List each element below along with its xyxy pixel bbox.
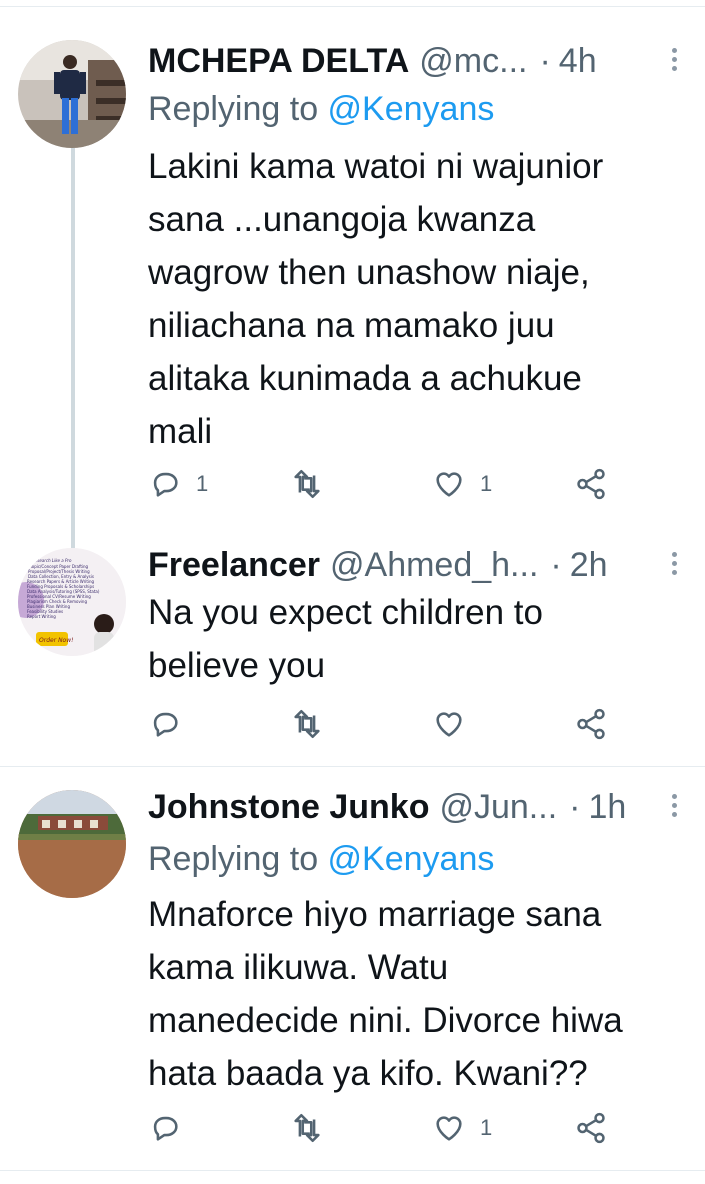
share-icon xyxy=(577,468,605,500)
timestamp[interactable]: 1h xyxy=(588,782,626,832)
user-handle[interactable]: @Ahmed_h... xyxy=(330,540,538,590)
retweet-icon xyxy=(294,709,320,739)
share-icon xyxy=(577,708,605,740)
replying-to-label: Replying to xyxy=(148,840,328,878)
tweet-text-line: alitaka kunimada a achukue xyxy=(148,359,582,398)
heart-icon xyxy=(436,712,462,737)
like-button[interactable]: 1 xyxy=(432,464,492,504)
tweet-actions: 1 xyxy=(148,1108,628,1148)
separator-dot: · xyxy=(569,788,581,826)
avatar[interactable]: Research Like a Pro Topic/Concept Paper … xyxy=(18,548,126,656)
share-button[interactable] xyxy=(574,464,608,504)
share-button[interactable] xyxy=(574,1108,608,1148)
more-options-icon[interactable] xyxy=(669,48,679,74)
timestamp[interactable]: 2h xyxy=(570,540,608,590)
reply-button[interactable] xyxy=(148,1108,196,1148)
retweet-button[interactable] xyxy=(290,464,338,504)
like-count: 1 xyxy=(480,471,493,496)
heart-icon xyxy=(436,472,462,497)
tweet-text-line: Na you expect children to xyxy=(148,593,543,632)
tweet-text-line: believe you xyxy=(148,646,326,685)
tweet-actions: 1 1 xyxy=(148,464,628,504)
display-name[interactable]: MCHEPA DELTA xyxy=(148,36,409,86)
tweet-text-line: Lakini kama watoi ni wajunior xyxy=(148,147,604,186)
display-name[interactable]: Johnstone Junko xyxy=(148,782,429,832)
user-handle[interactable]: @mc... xyxy=(419,36,527,86)
like-button[interactable]: 1 xyxy=(432,1108,492,1148)
more-options-icon[interactable] xyxy=(669,794,679,820)
avatar[interactable] xyxy=(18,40,126,148)
heart-icon xyxy=(436,1116,462,1141)
replying-to: Replying to @Kenyans xyxy=(148,84,494,134)
tweet-text-line: sana ...unangoja kwanza xyxy=(148,200,536,239)
tweet-text-line: manedecide nini. Divorce hiwa xyxy=(148,1001,623,1040)
top-divider xyxy=(0,0,705,7)
tweet-text: Na you expect children to believe you xyxy=(148,586,688,692)
tweet-text-line: mali xyxy=(148,412,213,451)
more-options-icon[interactable] xyxy=(669,552,679,578)
mention-link[interactable]: @Kenyans xyxy=(328,90,495,128)
tweet-text-line: kama ilikuwa. Watu xyxy=(148,948,449,987)
thread-line xyxy=(71,148,75,576)
user-handle[interactable]: @Jun... xyxy=(439,782,557,832)
replying-to: Replying to @Kenyans xyxy=(148,834,494,884)
like-button[interactable] xyxy=(432,704,480,744)
tweet-text: Lakini kama watoi ni wajunior sana ...un… xyxy=(148,140,688,458)
tweet-text: Mnaforce hiyo marriage sana kama ilikuwa… xyxy=(148,888,688,1100)
retweet-button[interactable] xyxy=(290,704,338,744)
tweet-text-line: wagrow then unashow niaje, xyxy=(148,253,590,292)
tweet-divider xyxy=(0,1170,705,1171)
separator-dot: · xyxy=(550,546,562,584)
tweet-divider xyxy=(0,766,705,767)
retweet-icon xyxy=(294,1113,320,1143)
timestamp[interactable]: 4h xyxy=(559,36,597,86)
retweet-button[interactable] xyxy=(290,1108,338,1148)
reply-count: 1 xyxy=(196,471,209,496)
tweet-text-line: niliachana na mamako juu xyxy=(148,306,555,345)
avatar[interactable] xyxy=(18,790,126,898)
mention-link[interactable]: @Kenyans xyxy=(328,840,495,878)
tweet-text-line: hata baada ya kifo. Kwani?? xyxy=(148,1054,588,1093)
reply-icon xyxy=(153,1116,178,1141)
display-name[interactable]: Freelancer xyxy=(148,540,320,590)
avatar-badge-text: Order Now! xyxy=(39,637,74,644)
reply-button[interactable] xyxy=(148,704,196,744)
tweet-text-line: Mnaforce hiyo marriage sana xyxy=(148,895,602,934)
tweet-actions xyxy=(148,704,628,744)
tweet-header: Johnstone Junko @Jun... · 1h xyxy=(148,782,679,832)
reply-icon xyxy=(153,712,178,737)
share-button[interactable] xyxy=(574,704,608,744)
tweet-header: Freelancer @Ahmed_h... · 2h xyxy=(148,540,679,590)
separator-dot: · xyxy=(539,42,551,80)
avatar-promo-text: Report Writing xyxy=(27,614,56,619)
replying-to-label: Replying to xyxy=(148,90,328,128)
share-icon xyxy=(577,1112,605,1144)
reply-button[interactable]: 1 xyxy=(148,464,208,504)
avatar-promo-text: Research Like a Pro xyxy=(32,558,72,563)
retweet-icon xyxy=(294,469,320,499)
reply-icon xyxy=(153,472,178,497)
like-count: 1 xyxy=(480,1115,493,1140)
tweet-header: MCHEPA DELTA @mc... · 4h xyxy=(148,36,679,86)
